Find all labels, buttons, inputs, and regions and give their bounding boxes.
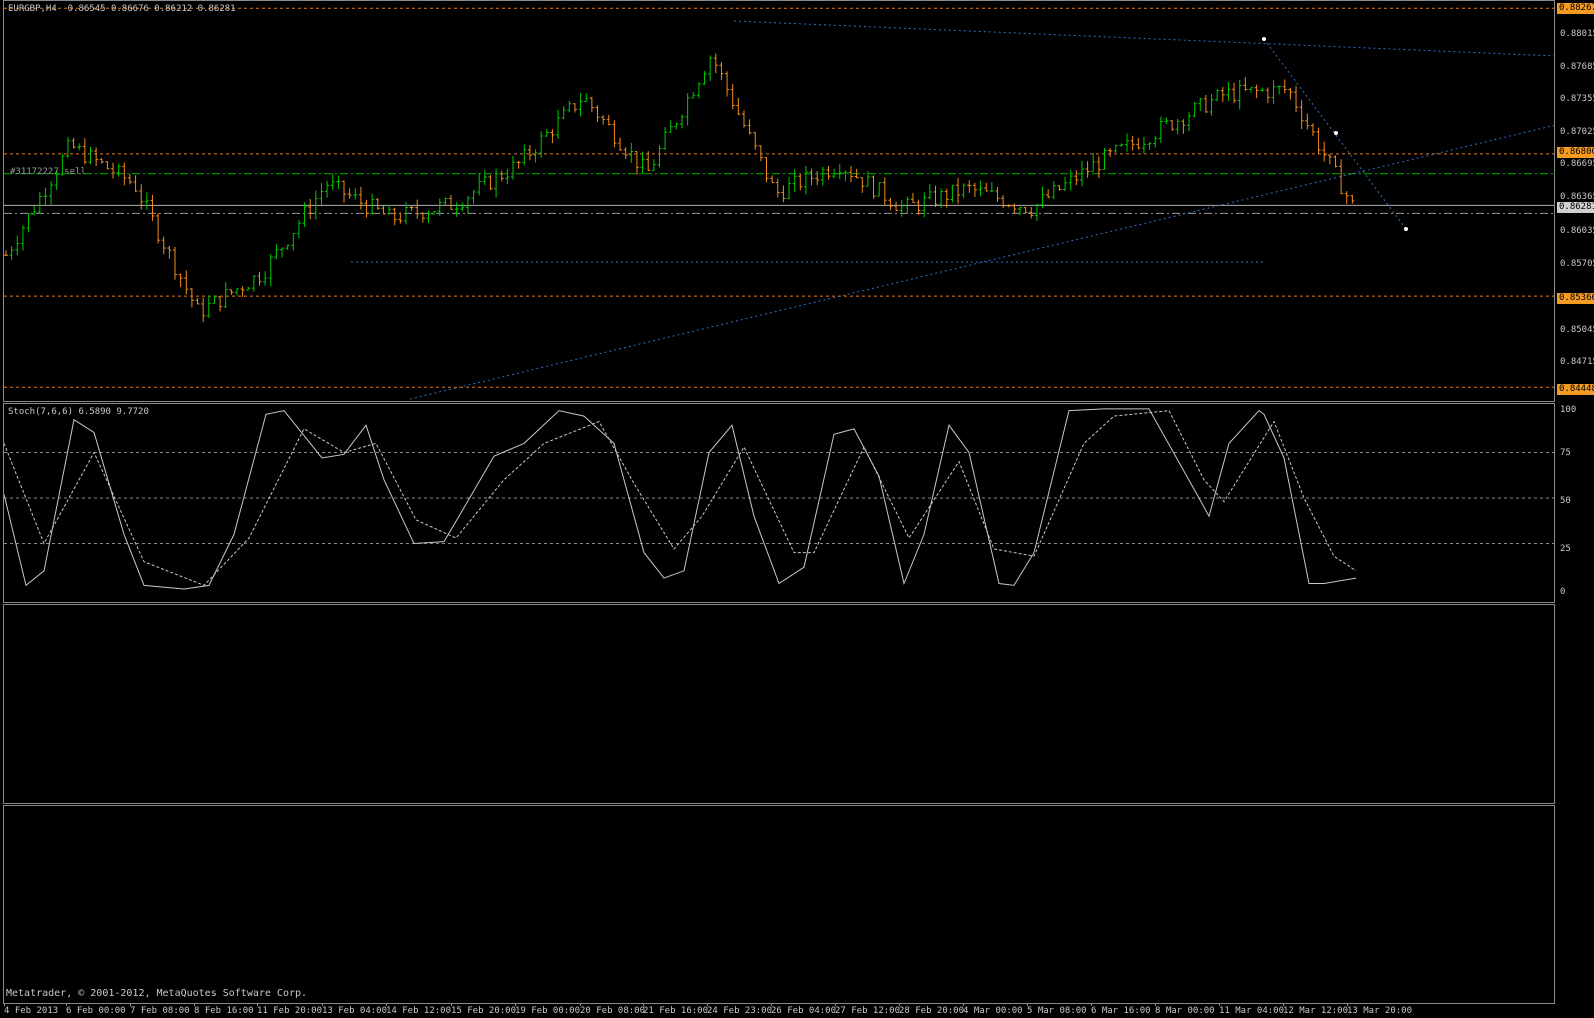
time-tick xyxy=(1347,1003,1348,1006)
time-label: 6 Mar 16:00 xyxy=(1091,1006,1151,1016)
stochastic-axis: 100 75 50 25 0 xyxy=(1556,403,1594,603)
trend-anchor-point xyxy=(1334,131,1338,135)
trend-line-falling xyxy=(733,20,1554,57)
time-tick xyxy=(1091,1003,1092,1006)
time-label: 4 Mar 00:00 xyxy=(963,1006,1023,1016)
stochastic-canvas[interactable] xyxy=(4,404,1555,603)
time-tick xyxy=(835,1003,836,1006)
price-label: 0.87355 xyxy=(1560,94,1594,104)
price-chart-pane[interactable]: EURGBP,H4 0.86545 0.86676 0.86212 0.8628… xyxy=(3,0,1555,402)
time-tick xyxy=(899,1003,900,1006)
time-tick xyxy=(1219,1003,1220,1006)
empty-indicator-pane[interactable] xyxy=(3,604,1555,804)
time-label: 14 Feb 12:00 xyxy=(386,1006,452,1016)
order-label: #31172227 sell xyxy=(10,167,86,177)
time-label: 24 Feb 23:00 xyxy=(707,1006,773,1016)
price-axis: 0.88267 0.88015 0.87685 0.87355 0.87025 … xyxy=(1556,0,1594,402)
time-tick xyxy=(4,1003,5,1006)
time-label: 15 Feb 20:00 xyxy=(451,1006,517,1016)
stoch-main-line xyxy=(4,408,1357,590)
trend-anchor-point xyxy=(1404,227,1408,231)
time-label: 11 Feb 20:00 xyxy=(257,1006,323,1016)
time-label: 26 Feb 04:00 xyxy=(771,1006,837,1016)
price-label: 0.87685 xyxy=(1560,62,1594,72)
time-tick xyxy=(643,1003,644,1006)
price-tag-lower: 0.85366 xyxy=(1557,293,1594,304)
price-tag-bottom: 0.84448 xyxy=(1557,384,1594,395)
stoch-level-label: 75 xyxy=(1560,448,1571,458)
time-tick xyxy=(451,1003,452,1006)
price-tag-upper: 0.86800 xyxy=(1557,147,1594,158)
time-label: 11 Mar 04:00 xyxy=(1219,1006,1285,1016)
chart-title: EURGBP,H4 0.86545 0.86676 0.86212 0.8628… xyxy=(8,4,236,14)
trend-anchor-point xyxy=(1262,37,1266,41)
price-label: 0.86695 xyxy=(1560,159,1594,169)
time-label: 13 Mar 20:00 xyxy=(1347,1006,1413,1016)
time-axis: 4 Feb 2013 6 Feb 00:00 7 Feb 08:00 8 Feb 16… xyxy=(0,1003,1594,1018)
time-label: 7 Feb 08:00 xyxy=(130,1006,190,1016)
stoch-level-label: 100 xyxy=(1560,405,1577,415)
price-label: 0.85705 xyxy=(1560,259,1594,269)
price-label: 0.86035 xyxy=(1560,226,1594,236)
price-tag-top: 0.88267 xyxy=(1557,3,1594,14)
time-tick xyxy=(1283,1003,1284,1006)
time-label: 8 Mar 00:00 xyxy=(1155,1006,1215,1016)
time-label: 20 Feb 08:00 xyxy=(580,1006,646,1016)
time-label: 6 Feb 00:00 xyxy=(66,1006,126,1016)
time-tick xyxy=(386,1003,387,1006)
price-label: 0.84715 xyxy=(1560,357,1594,367)
empty-indicator-pane[interactable] xyxy=(3,805,1555,1004)
time-tick xyxy=(257,1003,258,1006)
time-tick xyxy=(130,1003,131,1006)
time-tick xyxy=(515,1003,516,1006)
price-label: 0.86365 xyxy=(1560,192,1594,202)
time-label: 12 Mar 12:00 xyxy=(1283,1006,1349,1016)
time-label: 5 Mar 08:00 xyxy=(1027,1006,1087,1016)
price-label: 0.88015 xyxy=(1560,29,1594,39)
time-tick xyxy=(66,1003,67,1006)
stoch-level-label: 0 xyxy=(1560,587,1566,597)
time-label: 4 Feb 2013 xyxy=(4,1006,59,1016)
price-chart-canvas[interactable] xyxy=(4,1,1555,402)
time-label: 21 Feb 16:00 xyxy=(643,1006,709,1016)
stoch-level-label: 50 xyxy=(1560,496,1571,506)
stoch-signal-line xyxy=(4,410,1357,586)
time-tick xyxy=(771,1003,772,1006)
time-tick xyxy=(580,1003,581,1006)
time-tick xyxy=(1027,1003,1028,1006)
time-tick xyxy=(707,1003,708,1006)
stochastic-pane[interactable]: Stoch(7,6,6) 6.5890 9.7720 xyxy=(3,403,1555,603)
time-label: 27 Feb 12:00 xyxy=(835,1006,901,1016)
price-label: 0.87025 xyxy=(1560,127,1594,137)
time-tick xyxy=(963,1003,964,1006)
copyright-text: Metatrader, © 2001-2012, MetaQuotes Soft… xyxy=(6,988,308,999)
time-tick xyxy=(194,1003,195,1006)
stoch-level-label: 25 xyxy=(1560,544,1571,554)
time-label: 19 Feb 00:00 xyxy=(515,1006,581,1016)
time-label: 13 Feb 04:00 xyxy=(322,1006,388,1016)
price-tag-current: 0.86281 xyxy=(1557,202,1594,213)
time-tick xyxy=(322,1003,323,1006)
time-label: 8 Feb 16:00 xyxy=(194,1006,254,1016)
price-label: 0.85045 xyxy=(1560,325,1594,335)
time-label: 28 Feb 20:00 xyxy=(899,1006,965,1016)
stochastic-title: Stoch(7,6,6) 6.5890 9.7720 xyxy=(8,407,149,417)
time-tick xyxy=(1155,1003,1156,1006)
